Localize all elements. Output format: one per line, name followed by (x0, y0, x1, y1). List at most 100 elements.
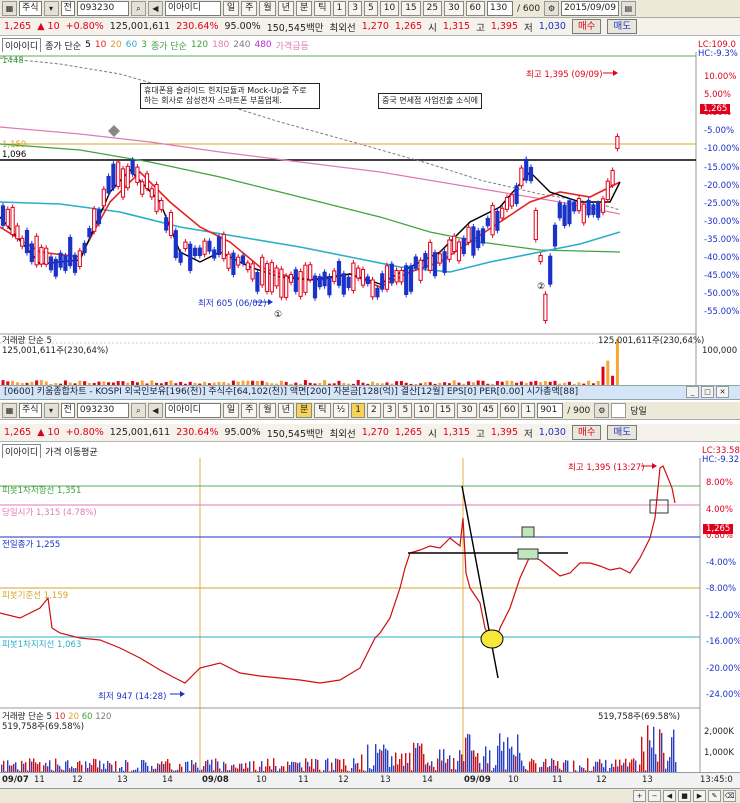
sell-button-2[interactable]: 매도 (607, 425, 637, 440)
volume-bar (31, 761, 33, 772)
period-year-button[interactable]: 년 (277, 1, 294, 16)
period-week-button[interactable]: 주 (241, 1, 258, 16)
candle (586, 199, 591, 216)
candle (572, 201, 577, 212)
calendar-icon[interactable]: ▤ (620, 1, 636, 16)
high-value-2: 1,395 (490, 427, 519, 438)
period-year-button-2[interactable]: 년 (277, 403, 294, 418)
minute-10-button-2[interactable]: 10 (414, 403, 434, 418)
period-minute-button-2[interactable]: 분 (295, 403, 313, 418)
vol-value-right: 125,001,611주(230,64%) (598, 336, 705, 346)
volume-bar (415, 747, 417, 772)
axis-tick: -15.00% (704, 162, 740, 173)
period-tick-button-2[interactable]: 틱 (314, 403, 331, 418)
stock-name-field-2[interactable]: 이아이디 (164, 403, 221, 418)
eraser-icon[interactable]: ⌫ (723, 790, 736, 802)
dropdown-icon[interactable]: ▾ (43, 403, 59, 418)
volume-bar (499, 733, 501, 772)
period-tick-button[interactable]: 틱 (314, 1, 331, 16)
minute-60-button-2[interactable]: 60 (500, 403, 520, 418)
volume-bar (477, 753, 479, 772)
zoom-out-icon[interactable]: − (648, 790, 661, 802)
stock-code-input[interactable]: 093230 (76, 1, 129, 16)
buy-button-2[interactable]: 매수 (571, 425, 602, 440)
volume-bar (161, 761, 163, 772)
volume-bar (671, 737, 673, 772)
buy-button[interactable]: 매수 (571, 19, 602, 34)
search-icon[interactable]: ⌕ (130, 1, 146, 16)
pen-icon[interactable]: ✎ (708, 790, 721, 802)
period-month-button[interactable]: 월 (259, 1, 276, 16)
period-minute-button[interactable]: 분 (295, 1, 313, 16)
minimize-icon[interactable]: _ (686, 386, 699, 398)
stock-code-input-2[interactable]: 093230 (76, 403, 129, 418)
minute-5-button[interactable]: 5 (364, 1, 378, 16)
volume-bar (287, 761, 289, 772)
candle (140, 181, 145, 195)
date-tick: 14 (162, 775, 173, 785)
market-type-select[interactable]: 전 (60, 1, 75, 16)
grid-icon[interactable]: ▦ (2, 1, 17, 16)
period-day-button-2[interactable]: 일 (222, 403, 240, 418)
volume-bar (141, 759, 143, 772)
axis-tick: -35.00% (704, 234, 740, 245)
scroll-left-icon[interactable]: ◀ (663, 790, 676, 802)
minute-45-button-2[interactable]: 45 (478, 403, 499, 418)
pause-icon[interactable]: ■ (678, 790, 691, 802)
high-label-2: 최고 1,395 (13:27) (568, 463, 645, 473)
volume-bar (325, 759, 327, 772)
chart-scrollbar[interactable]: + − ◀ ■ ▶ ✎ ⌫ (0, 788, 740, 803)
minute-30-button[interactable]: 30 (444, 1, 464, 16)
count-input-2[interactable]: 901 (537, 403, 564, 418)
settings-icon[interactable]: ⚙ (544, 1, 560, 16)
ma-20: 20 (110, 40, 122, 50)
period-month-button-2[interactable]: 월 (259, 403, 276, 418)
candle (447, 239, 452, 260)
zoom-in-icon[interactable]: + (633, 790, 646, 802)
half-button[interactable]: ½ (332, 403, 350, 418)
minute-25-button[interactable]: 25 (422, 1, 443, 16)
market-select-2[interactable]: 주식 (19, 403, 42, 418)
candle (308, 264, 313, 281)
volume-bar (21, 760, 23, 772)
speaker-icon[interactable]: ◀ (147, 1, 163, 16)
settings-icon[interactable]: ⚙ (594, 403, 610, 418)
minute-15-button[interactable]: 15 (401, 1, 421, 16)
dropdown-icon[interactable]: ▾ (43, 1, 59, 16)
count-input[interactable]: 130 (487, 1, 513, 16)
minute-10-button[interactable]: 10 (379, 1, 400, 16)
scroll-right-icon[interactable]: ▶ (693, 790, 706, 802)
minute-1-sub-button[interactable]: 1 (521, 403, 536, 418)
speaker-icon[interactable]: ◀ (147, 403, 163, 418)
minute-3-button-2[interactable]: 3 (382, 403, 397, 418)
minute-3-button[interactable]: 3 (348, 1, 362, 16)
maximize-icon[interactable]: □ (701, 386, 714, 398)
candle (164, 217, 169, 231)
sell-button[interactable]: 매도 (607, 19, 637, 34)
minute-30-button-2[interactable]: 30 (457, 403, 477, 418)
market-select[interactable]: 주식 (19, 1, 42, 16)
market-type-select-2[interactable]: 전 (60, 403, 75, 418)
close-icon[interactable]: ✕ (716, 386, 729, 398)
minute-60-button[interactable]: 60 (465, 1, 485, 16)
search-icon[interactable]: ⌕ (130, 403, 146, 418)
candle (101, 188, 106, 207)
volume-bar (467, 733, 469, 772)
vol-value: 125,001,611주(230,64%) (2, 346, 109, 356)
minute-1-button[interactable]: 1 (332, 1, 347, 16)
stock-name-field[interactable]: 이아이디 (164, 1, 221, 16)
period-week-button-2[interactable]: 주 (241, 403, 258, 418)
date-input[interactable]: 2015/09/09 (561, 1, 619, 16)
bottom-intraday-chart[interactable] (0, 458, 740, 772)
minute-15-button-2[interactable]: 15 (435, 403, 456, 418)
volume-bar (597, 761, 599, 772)
volume-bar (253, 760, 255, 772)
volume-bar (111, 764, 113, 772)
checkbox-icon[interactable] (611, 403, 627, 418)
price-change-pct-2: +0.80% (65, 427, 104, 438)
grid-icon[interactable]: ▦ (2, 403, 17, 418)
minute-1-button-2[interactable]: 1 (351, 403, 365, 418)
period-day-button[interactable]: 일 (222, 1, 240, 16)
minute-2-button-2[interactable]: 2 (367, 403, 381, 418)
minute-5-button-2[interactable]: 5 (398, 403, 413, 418)
